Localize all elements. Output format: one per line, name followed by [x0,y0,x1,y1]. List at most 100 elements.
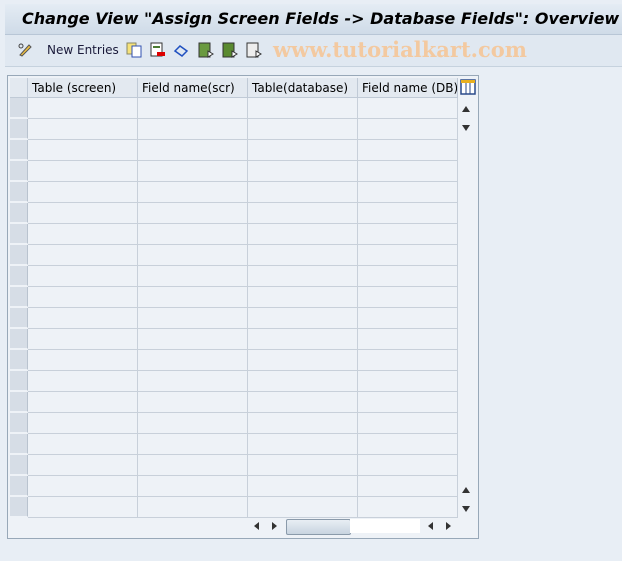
row-selector[interactable] [10,161,28,181]
delete-icon[interactable] [150,42,166,58]
table-cell[interactable] [28,392,138,413]
deselect-all-icon[interactable] [246,42,262,58]
row-selector[interactable] [10,287,28,307]
table-cell[interactable] [358,98,458,119]
row-selector[interactable] [10,245,28,265]
table-cell[interactable] [138,413,248,434]
scroll-right-icon[interactable] [272,522,277,530]
table-cell[interactable] [28,476,138,497]
table-cell[interactable] [248,203,358,224]
table-cell[interactable] [28,245,138,266]
select-block-icon[interactable] [222,42,238,58]
table-cell[interactable] [358,497,458,518]
table-cell[interactable] [28,434,138,455]
table-cell[interactable] [248,413,358,434]
table-cell[interactable] [248,392,358,413]
scroll-down-icon[interactable] [462,125,470,131]
table-cell[interactable] [248,224,358,245]
row-selector[interactable] [10,455,28,475]
table-cell[interactable] [358,308,458,329]
row-selector[interactable] [10,371,28,391]
table-cell[interactable] [28,455,138,476]
table-cell[interactable] [358,476,458,497]
row-selector[interactable] [10,266,28,286]
horizontal-scrollbar[interactable] [248,517,458,535]
table-cell[interactable] [28,329,138,350]
table-cell[interactable] [248,329,358,350]
table-cell[interactable] [248,476,358,497]
table-cell[interactable] [138,140,248,161]
new-entries-button[interactable]: New Entries [47,43,119,57]
table-cell[interactable] [248,245,358,266]
row-selector[interactable] [10,392,28,412]
scroll-right-icon[interactable] [446,522,451,530]
table-cell[interactable] [138,245,248,266]
table-cell[interactable] [248,350,358,371]
select-all-header[interactable] [10,78,28,98]
table-cell[interactable] [138,329,248,350]
table-cell[interactable] [138,203,248,224]
table-cell[interactable] [28,497,138,518]
row-selector[interactable] [10,476,28,496]
table-cell[interactable] [138,119,248,140]
table-cell[interactable] [358,434,458,455]
table-cell[interactable] [28,413,138,434]
table-cell[interactable] [138,182,248,203]
table-cell[interactable] [248,497,358,518]
table-cell[interactable] [28,266,138,287]
row-selector[interactable] [10,329,28,349]
row-selector[interactable] [10,350,28,370]
copy-icon[interactable] [126,42,142,58]
table-cell[interactable] [138,287,248,308]
table-cell[interactable] [248,308,358,329]
table-cell[interactable] [138,98,248,119]
table-cell[interactable] [248,434,358,455]
table-cell[interactable] [358,455,458,476]
table-cell[interactable] [358,182,458,203]
row-selector[interactable] [10,434,28,454]
scroll-up-icon[interactable] [462,487,470,493]
table-cell[interactable] [248,266,358,287]
table-cell[interactable] [28,98,138,119]
table-cell[interactable] [28,119,138,140]
row-selector[interactable] [10,119,28,139]
row-selector[interactable] [10,308,28,328]
column-header-field-name-db[interactable]: Field name (DB) [358,78,458,98]
undo-icon[interactable] [173,42,189,58]
table-cell[interactable] [28,140,138,161]
column-header-table-database[interactable]: Table(database) [248,78,358,98]
table-cell[interactable] [28,308,138,329]
table-cell[interactable] [138,434,248,455]
vertical-scrollbar[interactable] [458,98,476,518]
table-cell[interactable] [358,413,458,434]
table-cell[interactable] [138,350,248,371]
row-selector[interactable] [10,413,28,433]
table-cell[interactable] [138,371,248,392]
table-cell[interactable] [28,203,138,224]
scroll-left-icon[interactable] [254,522,259,530]
table-cell[interactable] [138,455,248,476]
table-cell[interactable] [248,287,358,308]
table-cell[interactable] [28,161,138,182]
row-selector[interactable] [10,182,28,202]
row-selector[interactable] [10,98,28,118]
table-cell[interactable] [358,329,458,350]
table-cell[interactable] [358,203,458,224]
scroll-thumb[interactable] [286,519,351,535]
table-cell[interactable] [138,224,248,245]
table-cell[interactable] [138,161,248,182]
table-cell[interactable] [248,455,358,476]
table-cell[interactable] [138,266,248,287]
table-cell[interactable] [28,350,138,371]
table-cell[interactable] [138,308,248,329]
table-cell[interactable] [248,182,358,203]
scroll-down-icon[interactable] [462,506,470,512]
scroll-up-icon[interactable] [462,106,470,112]
row-selector[interactable] [10,203,28,223]
table-cell[interactable] [248,119,358,140]
table-cell[interactable] [358,371,458,392]
table-cell[interactable] [138,392,248,413]
table-cell[interactable] [358,224,458,245]
select-all-icon[interactable] [198,42,214,58]
table-cell[interactable] [248,161,358,182]
